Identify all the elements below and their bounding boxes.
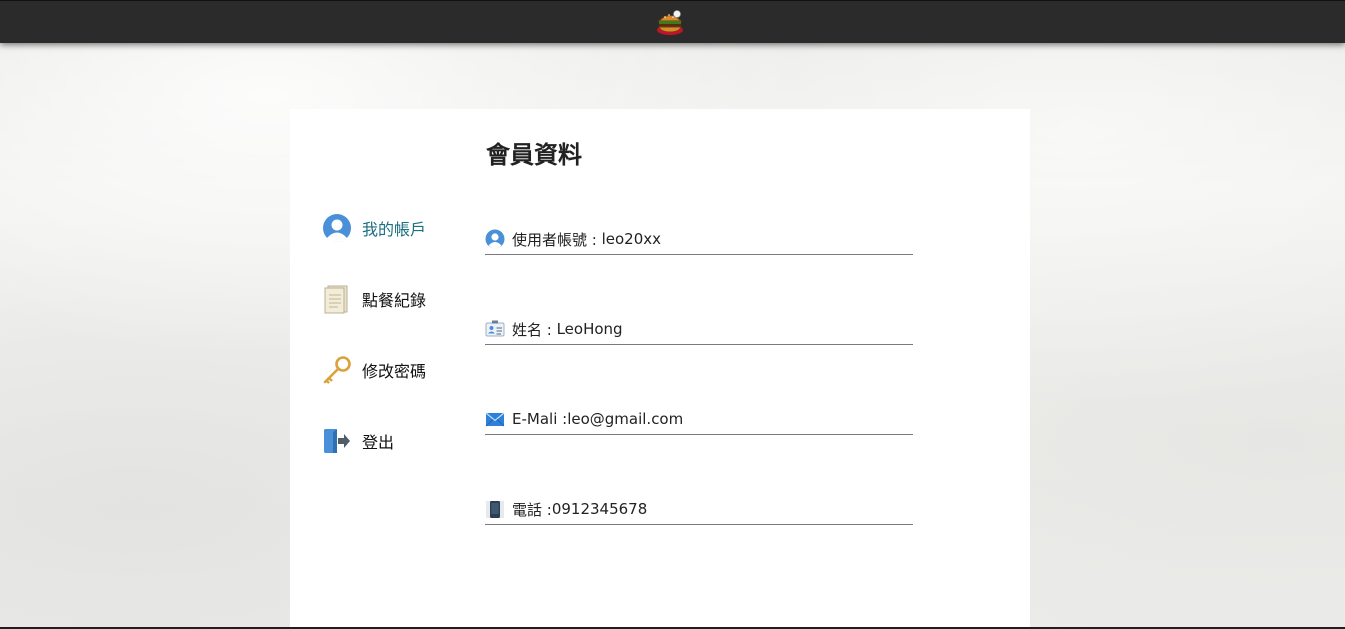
mail-icon [485, 412, 505, 427]
burger-logo-icon[interactable] [655, 8, 685, 36]
profile-card: 會員資料 我的帳戶 點餐紀錄 修改密碼 登出 使用者帳號: leo20xx 姓… [290, 109, 1030, 629]
sidebar-item-label: 我的帳戶 [362, 220, 427, 239]
page-title: 會員資料 [486, 141, 582, 169]
top-navbar [0, 0, 1345, 43]
field-label: 姓名 : [512, 320, 557, 339]
sidebar-item-order-history[interactable]: 點餐紀錄 [322, 283, 426, 315]
sidebar-item-logout[interactable]: 登出 [322, 425, 394, 457]
field-label: 電話 : [512, 500, 552, 519]
document-icon [324, 285, 348, 314]
name-field: 姓名 : LeoHong [485, 314, 913, 345]
key-icon [323, 356, 351, 384]
phone-field: 電話 : 0912345678 [485, 494, 913, 525]
id-card-icon [485, 320, 505, 337]
sidebar-item-my-account[interactable]: 我的帳戶 [322, 212, 426, 244]
field-label: 使用者帳號 : [512, 230, 602, 249]
user-avatar-icon [485, 229, 505, 249]
sidebar-item-label: 修改密碼 [362, 362, 427, 381]
field-label: E-Mali : [512, 410, 568, 428]
field-value: LeoHong [556, 320, 623, 338]
username-field: 使用者帳號 : leo20xx [485, 224, 913, 255]
email-field: E-Mali : leo@gmail.com [485, 404, 913, 435]
sidebar-item-change-password[interactable]: 修改密碼 [322, 354, 426, 386]
field-value: leo20xx [601, 230, 662, 248]
field-value: leo@gmail.com [567, 410, 684, 428]
sidebar-item-label: 點餐紀錄 [362, 291, 427, 310]
user-avatar-icon [323, 214, 351, 242]
logout-icon [324, 429, 350, 453]
field-value: 0912345678 [551, 500, 648, 518]
phone-icon [486, 501, 504, 518]
sidebar-item-label: 登出 [362, 433, 395, 452]
